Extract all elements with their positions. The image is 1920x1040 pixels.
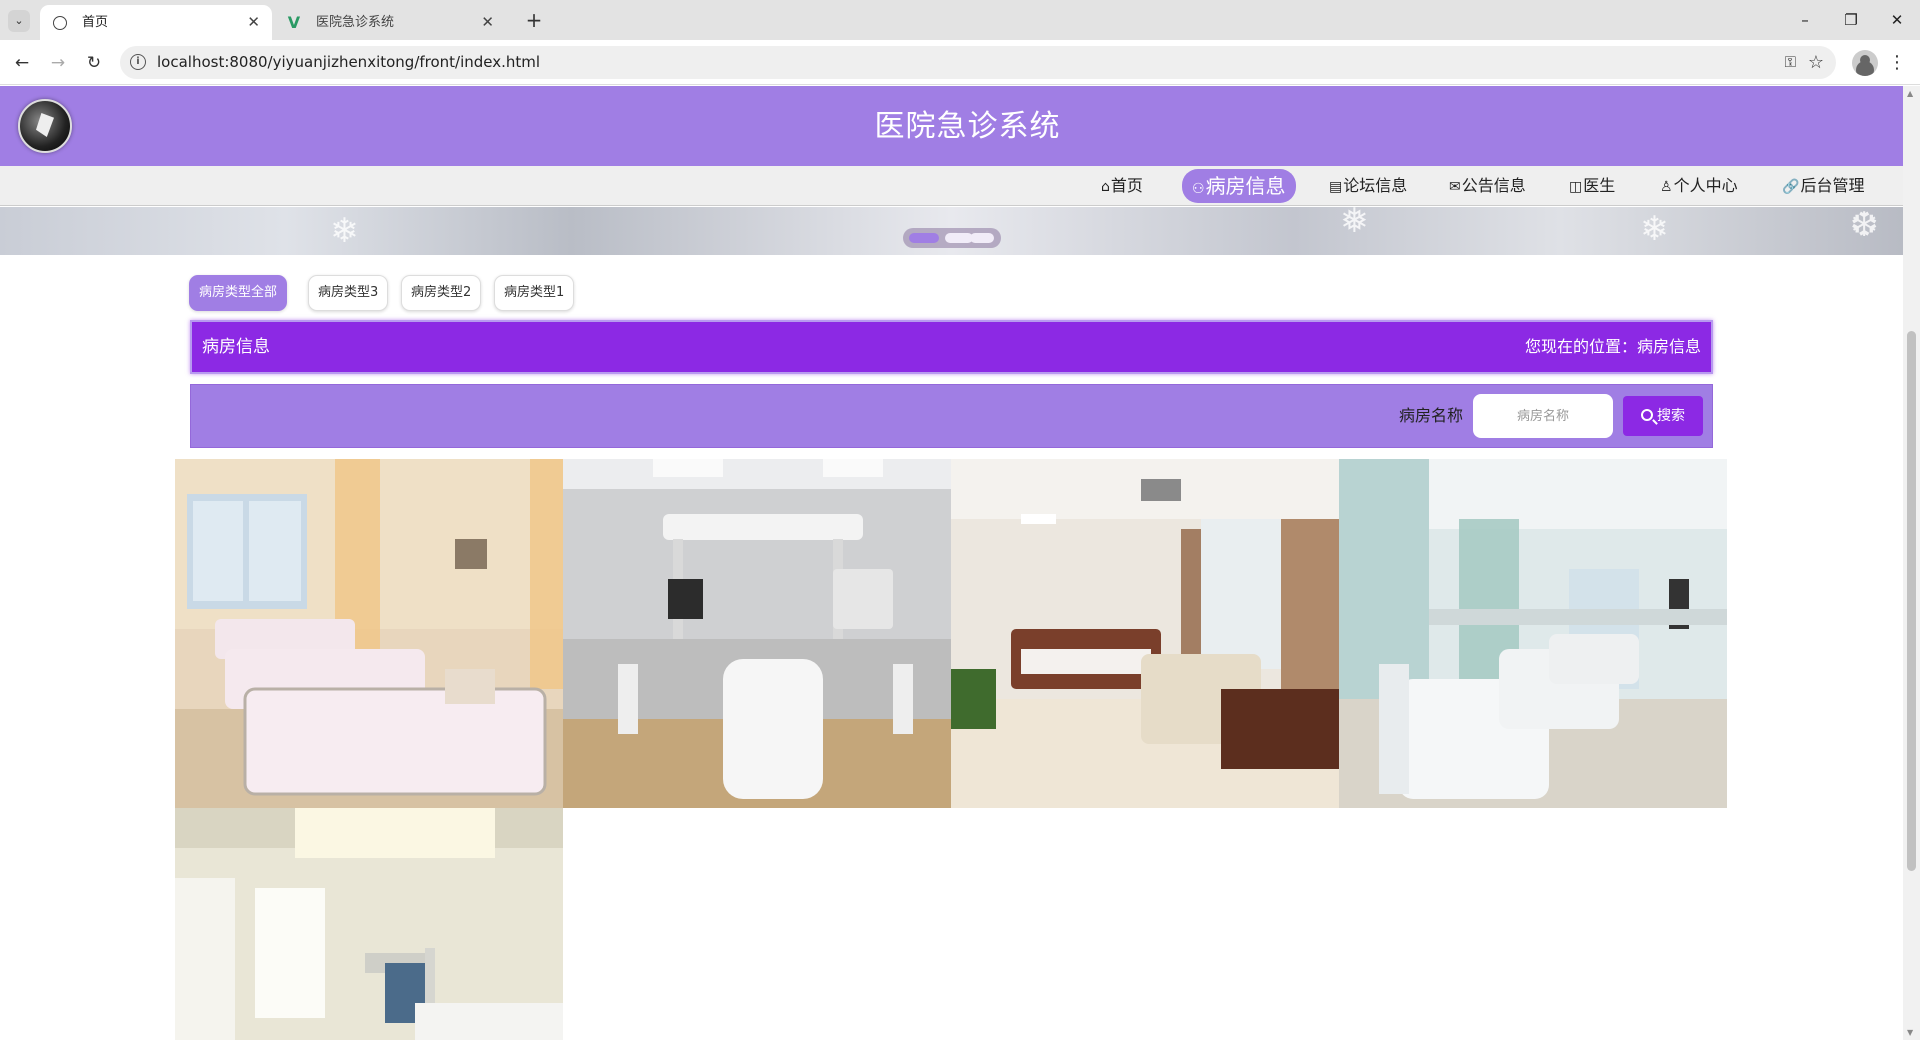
browser-tab-system[interactable]: V 医院急诊系统 ✕ [274, 5, 506, 40]
forward-button[interactable]: → [44, 49, 72, 77]
home-icon: ⌂ [1101, 179, 1110, 195]
search-bar: 病房名称 搜索 [190, 384, 1713, 448]
back-button[interactable]: ← [8, 49, 36, 77]
carousel-dot[interactable] [909, 233, 939, 243]
nav-forum[interactable]: ▤论坛信息 [1329, 170, 1407, 202]
search-label: 病房名称 [1399, 406, 1464, 425]
browser-toolbar: ← → ↻ i localhost:8080/yiyuanjizhenxiton… [0, 40, 1920, 85]
scroll-up-icon[interactable]: ▲ [1907, 89, 1913, 98]
nav-label: 后台管理 [1800, 176, 1865, 195]
browser-menu-icon[interactable]: ⋮ [1888, 49, 1906, 77]
restore-button[interactable]: ❐ [1828, 0, 1874, 40]
site-title: 医院急诊系统 [874, 109, 1061, 144]
doctor-icon: ◫ [1569, 179, 1583, 195]
room-card[interactable] [563, 459, 951, 808]
filter-tab-type3[interactable]: 病房类型3 [308, 275, 389, 311]
nav-label: 病房信息 [1205, 174, 1286, 198]
tab-title: 首页 [82, 15, 109, 30]
nav-label: 论坛信息 [1343, 176, 1408, 195]
page-scrollbar[interactable]: ▲ ▼ [1903, 86, 1920, 1040]
forum-icon: ▤ [1329, 179, 1343, 195]
nav-label: 首页 [1110, 176, 1143, 195]
filter-tab-all[interactable]: 病房类型全部 [189, 275, 288, 311]
room-photo [563, 459, 951, 808]
close-tab-icon[interactable]: ✕ [247, 5, 260, 40]
globe-icon [53, 16, 67, 30]
browser-tab-home[interactable]: 首页 ✕ [40, 5, 272, 40]
carousel-indicator [903, 228, 1001, 248]
site-header: 医院急诊系统 [0, 86, 1903, 166]
new-tab-button[interactable]: + [520, 6, 548, 34]
snowflake-decoration: ❄ [1640, 209, 1669, 249]
user-icon: ♙ [1660, 179, 1673, 195]
search-button-label: 搜索 [1657, 408, 1685, 424]
key-icon[interactable]: ⚿ [1785, 46, 1796, 79]
reload-button[interactable]: ↻ [80, 49, 108, 77]
snowflake-decoration: ❅ [1340, 207, 1369, 241]
nav-profile[interactable]: ♙个人中心 [1660, 170, 1738, 202]
search-icon [1641, 409, 1653, 421]
nav-label: 个人中心 [1673, 176, 1738, 195]
nav-home[interactable]: ⌂首页 [1101, 170, 1143, 202]
room-card[interactable] [951, 459, 1339, 808]
section-header: 病房信息 您现在的位置：病房信息 [190, 320, 1713, 374]
snowflake-decoration: ❆ [1850, 207, 1879, 245]
tab-search-button[interactable]: ⌄ [8, 10, 30, 32]
close-tab-icon[interactable]: ✕ [481, 5, 494, 40]
page-content: 医院急诊系统 ⌂首页 ⚇病房信息 ▤论坛信息 ✉公告信息 ◫医生 ♙个人中心 🔗… [0, 86, 1903, 1040]
filter-tab-type1[interactable]: 病房类型1 [494, 275, 575, 311]
room-card[interactable] [1339, 459, 1727, 808]
room-photo [175, 808, 563, 1040]
room-photo [1339, 459, 1727, 808]
tab-title: 医院急诊系统 [316, 15, 395, 30]
room-photo [951, 459, 1339, 808]
nav-label: 公告信息 [1461, 176, 1526, 195]
room-card[interactable] [175, 808, 563, 1040]
search-button[interactable]: 搜索 [1623, 396, 1703, 436]
carousel-dot[interactable] [945, 233, 973, 243]
section-title: 病房信息 [202, 337, 270, 357]
nav-label: 医生 [1583, 176, 1616, 195]
vue-icon: V [287, 13, 301, 32]
nav-admin[interactable]: 🔗后台管理 [1782, 170, 1864, 202]
carousel-dot[interactable] [970, 233, 994, 243]
mail-icon: ✉ [1449, 179, 1461, 195]
nav-doctor[interactable]: ◫医生 [1569, 170, 1615, 202]
browser-tab-strip: ⌄ 首页 ✕ V 医院急诊系统 ✕ + – ❐ ✕ [0, 0, 1920, 40]
url-text[interactable]: localhost:8080/yiyuanjizhenxitong/front/… [157, 46, 540, 79]
search-input[interactable] [1473, 394, 1613, 438]
filter-tab-type2[interactable]: 病房类型2 [401, 275, 482, 311]
room-card[interactable] [175, 459, 563, 808]
ward-icon: ⚇ [1192, 181, 1205, 197]
main-nav: ⌂首页 ⚇病房信息 ▤论坛信息 ✉公告信息 ◫医生 ♙个人中心 🔗后台管理 [0, 166, 1903, 206]
nav-notice[interactable]: ✉公告信息 [1449, 170, 1526, 202]
nav-ward-info[interactable]: ⚇病房信息 [1182, 169, 1296, 203]
close-window-button[interactable]: ✕ [1874, 0, 1920, 40]
minimize-button[interactable]: – [1782, 0, 1828, 40]
room-photo [175, 459, 563, 808]
site-info-icon[interactable]: i [130, 54, 146, 70]
profile-avatar-icon[interactable] [1852, 50, 1878, 76]
address-bar[interactable]: i localhost:8080/yiyuanjizhenxitong/fron… [120, 46, 1836, 79]
link-icon: 🔗 [1782, 179, 1800, 195]
scroll-down-icon[interactable]: ▼ [1907, 1028, 1913, 1037]
bookmark-star-icon[interactable]: ☆ [1808, 46, 1824, 79]
scrollbar-thumb[interactable] [1907, 331, 1916, 871]
breadcrumb: 您现在的位置：病房信息 [1524, 337, 1701, 356]
snowflake-decoration: ❄ [330, 211, 359, 251]
